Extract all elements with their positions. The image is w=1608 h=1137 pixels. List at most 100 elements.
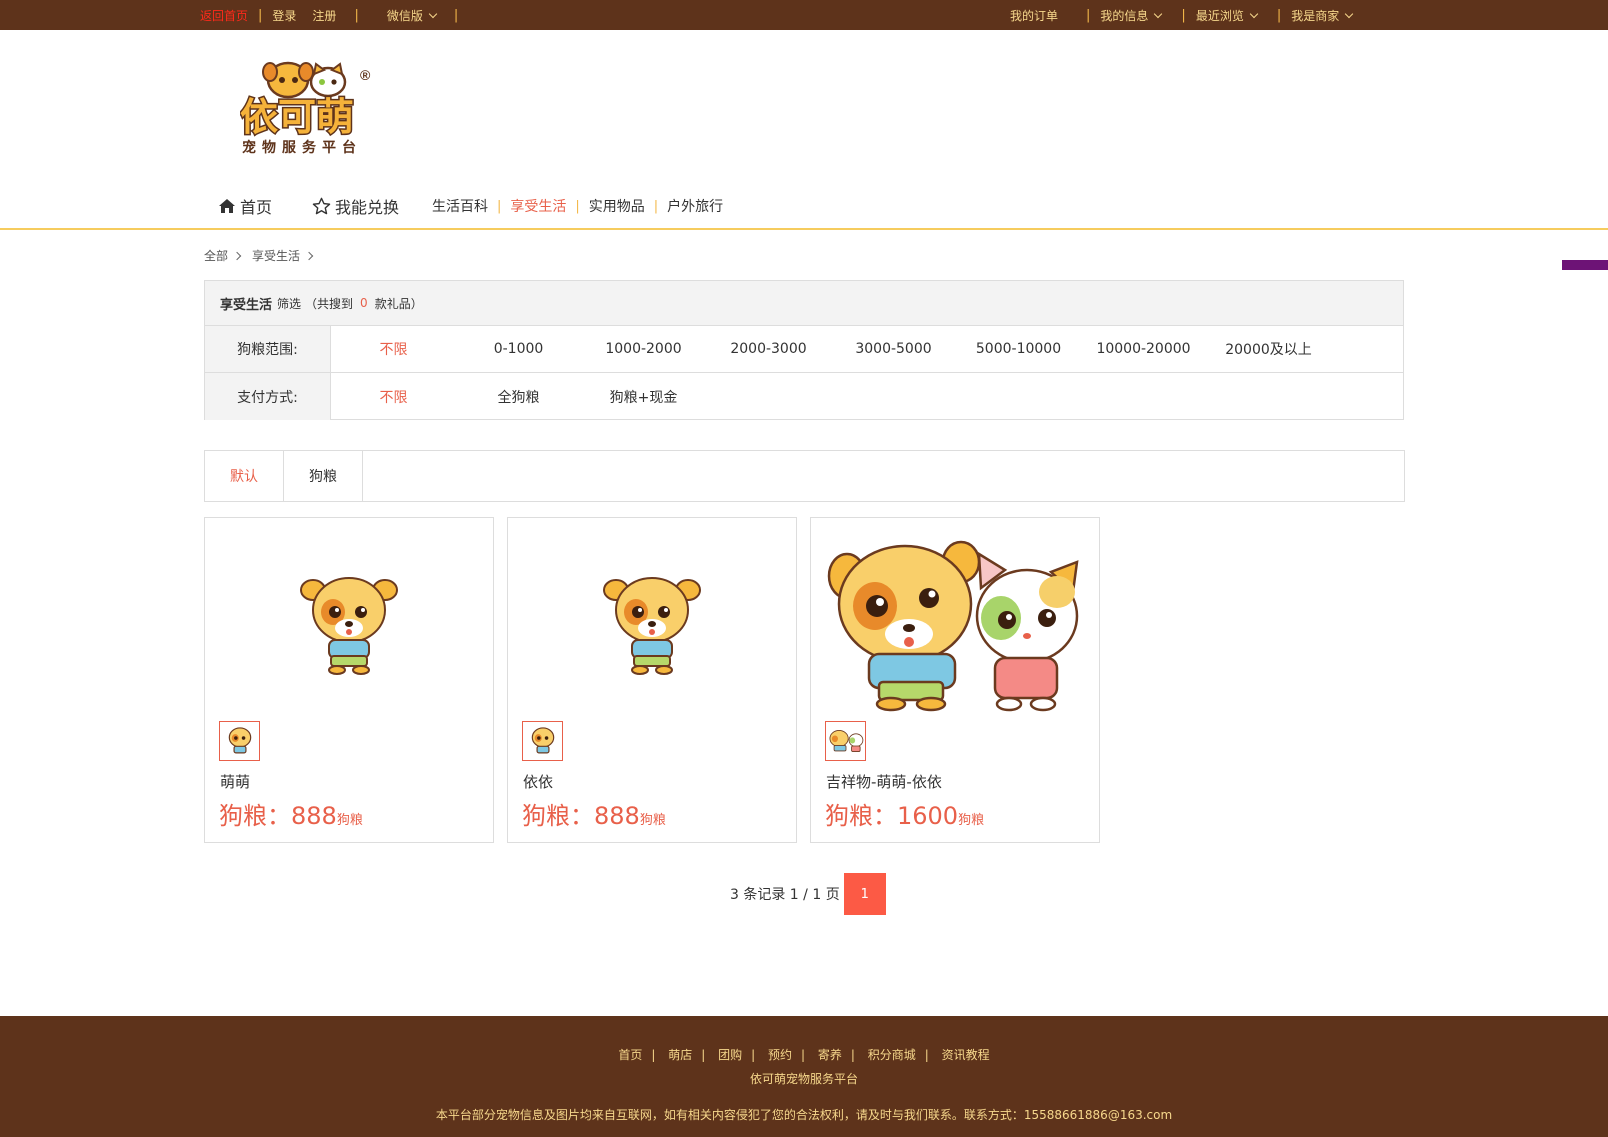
filter-option[interactable]: 0-1000: [456, 341, 581, 357]
top-bar-right: 我的订单 | 我的信息 | 最近浏览 | 我是商家: [1010, 0, 1354, 30]
divider: |: [1276, 7, 1282, 23]
divider: |: [354, 7, 359, 23]
chevron-down-icon: [428, 9, 438, 18]
footer: 首页 | 萌店 | 团购 | 预约 | 寄养 | 积分商城 | 资讯教程 依可萌宠物服务平台…: [0, 1016, 1608, 1137]
divider: |: [497, 198, 502, 214]
divider: |: [1181, 7, 1186, 23]
my-info-dropdown[interactable]: 我的信息: [1100, 7, 1163, 24]
filter-option[interactable]: 20000及以上: [1206, 339, 1331, 359]
result-count: 0: [360, 296, 368, 310]
filter-option[interactable]: 10000-20000: [1081, 341, 1206, 357]
product-name[interactable]: 吉祥物-萌萌-依依: [826, 771, 942, 792]
dog-mascot-image: [300, 577, 398, 675]
footer-notice: 本平台部分宠物信息及图片均来自互联网，如有相关内容侵犯了您的合法权利，请及时与我…: [435, 1108, 1173, 1122]
product-price: 狗粮：1600狗粮: [825, 796, 984, 831]
merchant-dropdown[interactable]: 我是商家: [1291, 7, 1354, 24]
chevron-right-icon: [304, 251, 314, 260]
footer-link-group-buy[interactable]: 团购: [718, 1048, 742, 1062]
footer-link-points-mall[interactable]: 积分商城: [868, 1048, 916, 1062]
product-image[interactable]: [522, 532, 782, 712]
product-card[interactable]: 依依 狗粮：888狗粮: [507, 517, 797, 843]
pagination-summary: 3 条记录 1 / 1 页: [730, 887, 840, 903]
product-name[interactable]: 依依: [523, 771, 553, 792]
filter-option[interactable]: 不限: [331, 339, 456, 359]
footer-link-home[interactable]: 首页: [618, 1048, 642, 1062]
footer-link-boarding[interactable]: 寄养: [818, 1048, 842, 1062]
site-logo[interactable]: ® 依可萌 宠物服务平台: [239, 58, 400, 162]
registered-mark: ®: [360, 67, 371, 83]
recent-browse-dropdown[interactable]: 最近浏览: [1195, 7, 1259, 24]
logo-brand-text: 依可萌: [240, 95, 354, 139]
filter-word: 筛选: [277, 296, 302, 311]
product-thumbnail[interactable]: [219, 721, 260, 761]
product-image[interactable]: [825, 532, 1085, 712]
product-name[interactable]: 萌萌: [220, 771, 250, 792]
product-price: 狗粮：888狗粮: [219, 796, 363, 831]
dog-mascot-thumbnail: [228, 727, 251, 754]
register-link[interactable]: 注册: [312, 7, 336, 24]
filter-options: 不限 全狗粮 狗粮+现金: [331, 387, 706, 407]
logo-graphic: ® 依可萌 宠物服务平台: [239, 61, 371, 156]
divider: |: [751, 1048, 756, 1062]
divider: |: [701, 1048, 706, 1062]
chevron-right-icon: [232, 251, 242, 260]
filter-label: 狗粮范围:: [205, 326, 331, 372]
dog-mascot-thumbnail: [531, 727, 554, 754]
merchant-label: 我是商家: [1291, 8, 1340, 23]
wechat-label: 微信版: [386, 8, 423, 23]
top-bar-left: 返回首页 | 登录 注册 | 微信版 |: [200, 0, 468, 30]
divider: |: [575, 198, 580, 214]
footer-link-shop[interactable]: 萌店: [668, 1048, 692, 1062]
recent-browse-label: 最近浏览: [1195, 8, 1244, 23]
filter-option[interactable]: 不限: [331, 387, 456, 407]
filter-option[interactable]: 全狗粮: [456, 387, 581, 407]
main-nav: 首页 我能兑换 生活百科 | 享受生活 | 实用物品 | 户外旅行: [0, 186, 1608, 230]
my-orders-link[interactable]: 我的订单: [1010, 7, 1058, 24]
chevron-down-icon: [1249, 9, 1259, 18]
price-label: 狗粮：: [219, 802, 291, 830]
category-life-wiki[interactable]: 生活百科: [432, 196, 488, 216]
divider: |: [258, 7, 263, 23]
product-card[interactable]: 吉祥物-萌萌-依依 狗粮：1600狗粮: [810, 517, 1100, 843]
product-thumbnail[interactable]: [522, 721, 563, 761]
filter-option[interactable]: 5000-10000: [956, 341, 1081, 357]
product-card[interactable]: 萌萌 狗粮：888狗粮: [204, 517, 494, 843]
filter-option[interactable]: 1000-2000: [581, 341, 706, 357]
login-link[interactable]: 登录: [272, 7, 296, 24]
filter-option[interactable]: 狗粮+现金: [581, 387, 706, 407]
footer-link-news[interactable]: 资讯教程: [942, 1048, 990, 1062]
price-label: 狗粮：: [825, 802, 897, 830]
page-button-current[interactable]: 1: [843, 873, 886, 915]
nav-home[interactable]: 首页: [218, 194, 272, 218]
dog-and-cat-mascot-thumbnail: [829, 730, 863, 752]
filter-option[interactable]: 3000-5000: [831, 341, 956, 357]
breadcrumb-current[interactable]: 享受生活: [252, 247, 300, 264]
sort-default-button[interactable]: 默认: [205, 451, 284, 501]
category-links: 生活百科 | 享受生活 | 实用物品 | 户外旅行: [432, 196, 723, 216]
star-icon: [312, 197, 331, 215]
filter-option[interactable]: 2000-3000: [706, 341, 831, 357]
footer-site-name: 依可萌宠物服务平台: [749, 1072, 858, 1086]
wechat-version-dropdown[interactable]: 微信版: [386, 7, 438, 24]
divider: |: [1086, 7, 1091, 23]
category-practical-items[interactable]: 实用物品: [589, 196, 645, 216]
divider: |: [453, 7, 459, 23]
product-price: 狗粮：888狗粮: [522, 796, 666, 831]
side-tab[interactable]: [1562, 260, 1608, 270]
chevron-down-icon: [1154, 9, 1163, 18]
product-image[interactable]: [219, 532, 479, 712]
my-info-label: 我的信息: [1100, 8, 1149, 23]
top-bar: 返回首页 | 登录 注册 | 微信版 | 我的订单 | 我的信息 | 最近浏览 …: [0, 0, 1608, 30]
sort-dogfood-button[interactable]: 狗粮: [284, 451, 363, 501]
footer-link-booking[interactable]: 预约: [768, 1048, 792, 1062]
breadcrumb-all[interactable]: 全部: [204, 247, 228, 264]
pagination: 3 条记录 1 / 1 页 1: [730, 873, 886, 915]
category-enjoy-life[interactable]: 享受生活: [510, 196, 566, 216]
back-home-link[interactable]: 返回首页: [200, 7, 248, 24]
price-unit: 狗粮: [639, 813, 666, 828]
category-outdoor-travel[interactable]: 户外旅行: [667, 196, 723, 216]
footer-links: 首页 | 萌店 | 团购 | 预约 | 寄养 | 积分商城 | 资讯教程: [0, 1046, 1608, 1063]
product-thumbnail[interactable]: [825, 721, 866, 761]
price-value: 888: [291, 802, 337, 830]
nav-exchange[interactable]: 我能兑换: [312, 194, 399, 218]
